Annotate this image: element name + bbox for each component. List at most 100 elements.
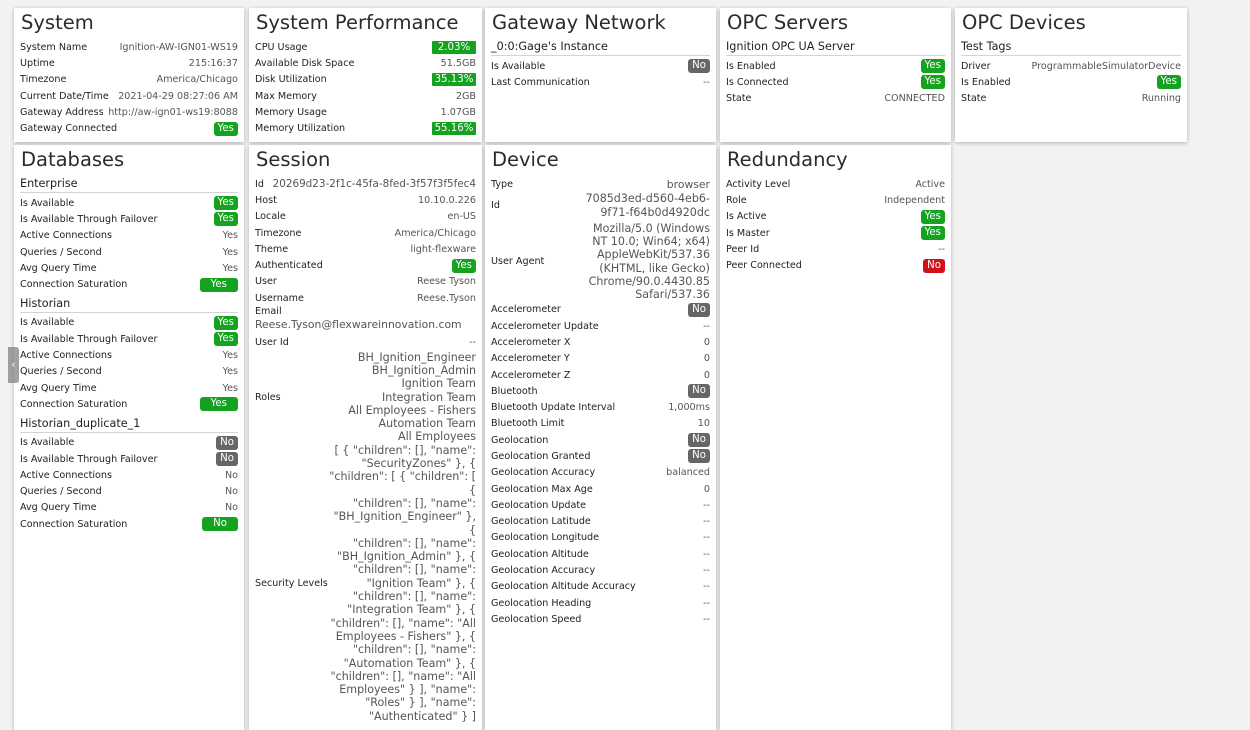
row-value: -- <box>703 613 710 625</box>
row-label: Geolocation Longitude <box>491 532 600 544</box>
row-label: Uptime <box>20 57 55 69</box>
row-label: Locale <box>255 211 286 223</box>
session-row: Username Reese.Tyson <box>255 290 476 306</box>
row-label: Is Available Through Failover <box>20 453 158 465</box>
row-label: Theme <box>255 243 289 255</box>
device-row: Geolocation Max Age 0 <box>491 481 710 497</box>
status-badge: Yes <box>920 226 945 241</box>
status-badge: Yes <box>920 59 945 74</box>
row-label: Avg Query Time <box>20 382 97 394</box>
row-value: CONNECTED <box>884 93 945 105</box>
redundancy-row: Is Master Yes <box>726 225 945 241</box>
text-line: Mozilla/5.0 (Windows <box>593 221 710 235</box>
percent-badge: 35.13% <box>432 73 476 87</box>
row-label: Is Available <box>20 197 75 209</box>
device-row: Geolocation Update -- <box>491 497 710 513</box>
session-row: User Reese Tyson <box>255 274 476 290</box>
row-label: Available Disk Space <box>255 57 355 69</box>
row-label: Peer Id <box>726 243 760 255</box>
database-name: Enterprise <box>20 176 238 193</box>
row-value: Ignition-AW-IGN01-WS19 <box>119 41 238 53</box>
opc-device-row: Driver ProgrammableSimulatorDevice <box>961 58 1181 74</box>
database-row: Avg Query Time Yes <box>20 380 238 396</box>
json-line: "Automation Team" }, { <box>343 656 476 670</box>
row-label: System Name <box>20 41 88 53</box>
gateway-network-title: Gateway Network <box>492 11 666 34</box>
performance-row: CPU Usage 2.03% <box>255 39 476 55</box>
text-line: Chrome/90.0.4430.85 <box>588 275 710 289</box>
json-line: Employees - Fishers" }, { <box>335 629 476 643</box>
row-label: Connection Saturation <box>20 279 128 291</box>
device-row: Accelerometer Update -- <box>491 318 710 334</box>
row-label: Id <box>255 178 264 190</box>
json-line: Employees" } ], "name": <box>339 683 476 697</box>
status-badge: Yes <box>199 277 238 292</box>
status-badge: Yes <box>199 397 238 412</box>
row-label: Gateway Address <box>20 106 104 118</box>
row-value: en-US <box>447 211 476 223</box>
opc-device-row: Is Enabled Yes <box>961 74 1181 90</box>
row-label: Is Available Through Failover <box>20 213 158 225</box>
row-label: Bluetooth Limit <box>491 418 565 430</box>
session-id-value: 20269d23-2f1c-45fa-8fed-3f57f3f5fec4 <box>272 178 476 191</box>
redundancy-row: Peer Connected No <box>726 257 945 273</box>
row-label: Is Master <box>726 227 770 239</box>
row-value: -- <box>469 337 476 349</box>
device-row: Geolocation Heading -- <box>491 595 710 611</box>
row-label: Is Available <box>20 317 75 329</box>
collapse-handle[interactable]: ‹ <box>8 347 19 383</box>
row-value: http://aw-ign01-ws19:8088 <box>108 106 238 118</box>
redundancy-title: Redundancy <box>727 148 848 171</box>
status-badge: Yes <box>920 209 945 224</box>
row-label: Queries / Second <box>20 486 102 498</box>
role-item: BH_Ignition_Engineer <box>357 350 476 364</box>
databases-card: Databases Enterprise Is Available Yes Is … <box>14 145 244 730</box>
row-value: -- <box>703 516 710 528</box>
row-value: -- <box>703 320 710 332</box>
row-label: Geolocation Granted <box>491 450 591 462</box>
opc-server-row: State CONNECTED <box>726 91 945 107</box>
row-value: -- <box>703 581 710 593</box>
redundancy-row: Role Independent <box>726 192 945 208</box>
performance-card: System Performance CPU Usage 2.03% Availa… <box>249 8 482 142</box>
opc-server-row: Is Enabled Yes <box>726 58 945 74</box>
gateway-row: Is Available No <box>491 58 710 74</box>
device-row: Geolocation Speed -- <box>491 611 710 627</box>
database-row: Is Available No <box>20 435 238 451</box>
row-label: Is Enabled <box>961 76 1011 88</box>
row-value: -- <box>703 565 710 577</box>
performance-row: Memory Usage 1.07GB <box>255 104 476 120</box>
row-label: Geolocation Update <box>491 499 587 511</box>
row-value: Reese Tyson <box>417 276 476 288</box>
opc-server-row: Is Connected Yes <box>726 74 945 90</box>
performance-row: Available Disk Space 51.5GB <box>255 55 476 71</box>
json-line: "children": [], "name": "All <box>330 616 476 630</box>
row-value: Yes <box>222 350 239 362</box>
json-line: "children": [], "name": "All <box>330 669 476 683</box>
security-levels-row: Security Levels [ { "children": [], "nam… <box>255 444 476 723</box>
device-row: Type browser <box>491 176 710 192</box>
row-label: Geolocation Heading <box>491 597 592 609</box>
json-line: "Integration Team" }, { <box>347 603 476 617</box>
gateway-network-card: Gateway Network _0:0:Gage's Instance Is … <box>485 8 716 142</box>
json-line: "children": [], "name": <box>352 536 476 550</box>
status-badge: No <box>688 449 710 464</box>
json-line: "Roles" } ], "name": <box>365 696 476 710</box>
device-row: Bluetooth Update Interval 1,000ms <box>491 399 710 415</box>
row-label: Queries / Second <box>20 246 102 258</box>
row-label: Username <box>255 292 304 304</box>
row-value: 51.5GB <box>440 57 476 69</box>
row-label: State <box>726 93 752 105</box>
session-row: Theme light-flexware <box>255 241 476 257</box>
row-label: Is Connected <box>726 76 789 88</box>
row-label: Timezone <box>20 74 67 86</box>
row-label: Geolocation Accuracy <box>491 467 596 479</box>
row-label: Role <box>726 194 747 206</box>
session-row: Id 20269d23-2f1c-45fa-8fed-3f57f3f5fec4 <box>255 176 476 192</box>
redundancy-row: Peer Id -- <box>726 241 945 257</box>
status-badge: No <box>688 433 710 448</box>
row-label: Memory Utilization <box>255 123 346 135</box>
database-name: Historian <box>20 296 238 313</box>
row-value: Reese.Tyson <box>417 292 476 304</box>
database-row: Active Connections Yes <box>20 228 238 244</box>
